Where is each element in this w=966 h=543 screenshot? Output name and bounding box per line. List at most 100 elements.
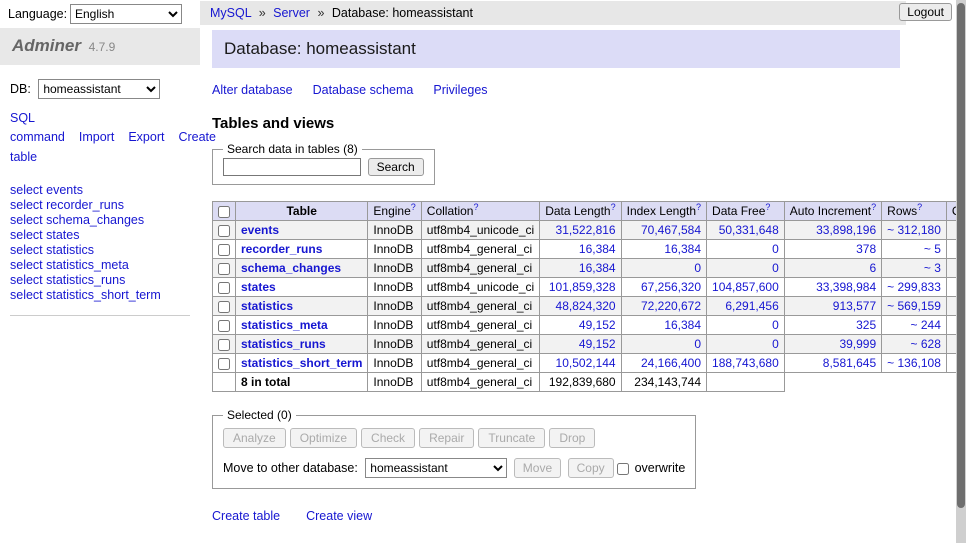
table-link-statistics_runs[interactable]: statistics_runs	[241, 337, 326, 351]
db-nav-privileges[interactable]: Privileges	[433, 83, 487, 97]
sidebar-action-import[interactable]: Import	[79, 130, 114, 144]
auto-increment-value[interactable]: 6	[869, 261, 876, 275]
data-length-value[interactable]: 101,859,328	[549, 280, 616, 294]
auto-increment-value[interactable]: 913,577	[833, 299, 876, 313]
table-link-schema_changes[interactable]: schema_changes	[241, 261, 341, 275]
logout-button[interactable]: Logout	[899, 3, 952, 21]
repair-button[interactable]: Repair	[419, 428, 474, 448]
help-link-collation[interactable]: ?	[473, 202, 478, 212]
sidebar-select-statistics-runs[interactable]: select statistics_runs	[10, 273, 125, 287]
data-free-value[interactable]: 104,857,600	[712, 280, 779, 294]
db-nav-database-schema[interactable]: Database schema	[313, 83, 414, 97]
index-length-value[interactable]: 72,220,672	[641, 299, 701, 313]
table-link-recorder_runs[interactable]: recorder_runs	[241, 242, 322, 256]
sidebar-select-schema-changes[interactable]: select schema_changes	[10, 213, 144, 227]
table-link-states[interactable]: states	[241, 280, 276, 294]
row-checkbox-statistics_meta[interactable]	[218, 320, 230, 332]
table-link-events[interactable]: events	[241, 223, 279, 237]
sidebar-action-sql-command[interactable]: SQL command	[10, 111, 65, 144]
data-length-value[interactable]: 49,152	[579, 337, 616, 351]
rows-value[interactable]: ~ 244	[911, 318, 941, 332]
index-length-value[interactable]: 0	[694, 337, 701, 351]
help-link-auto-increment[interactable]: ?	[871, 202, 876, 212]
data-length-value[interactable]: 31,522,816	[556, 223, 616, 237]
data-free-value[interactable]: 0	[772, 261, 779, 275]
help-link-rows[interactable]: ?	[917, 202, 922, 212]
select-all-checkbox[interactable]	[218, 206, 230, 218]
rows-value[interactable]: ~ 569,159	[887, 299, 941, 313]
move-db-select[interactable]: homeassistant	[365, 458, 507, 478]
breadcrumb-link-server[interactable]: Server	[273, 6, 310, 20]
data-free-value[interactable]: 6,291,456	[725, 299, 778, 313]
search-input[interactable]	[223, 158, 361, 176]
sidebar-select-statistics[interactable]: select statistics	[10, 243, 94, 257]
index-length-value[interactable]: 24,166,400	[641, 356, 701, 370]
rows-value[interactable]: ~ 628	[911, 337, 941, 351]
truncate-button[interactable]: Truncate	[478, 428, 545, 448]
table-link-statistics_short_term[interactable]: statistics_short_term	[241, 356, 362, 370]
auto-increment-value[interactable]: 39,999	[839, 337, 876, 351]
table-link-statistics_meta[interactable]: statistics_meta	[241, 318, 328, 332]
data-free-value[interactable]: 0	[772, 318, 779, 332]
rows-value[interactable]: ~ 5	[924, 242, 941, 256]
sidebar-select-events[interactable]: select events	[10, 183, 83, 197]
index-length-value[interactable]: 16,384	[664, 242, 701, 256]
sidebar-select-recorder-runs[interactable]: select recorder_runs	[10, 198, 124, 212]
index-length-value[interactable]: 0	[694, 261, 701, 275]
sidebar-select-states[interactable]: select states	[10, 228, 79, 242]
copy-button[interactable]: Copy	[568, 458, 614, 478]
data-length-value[interactable]: 48,824,320	[556, 299, 616, 313]
db-nav-alter-database[interactable]: Alter database	[212, 83, 293, 97]
language-select[interactable]: English	[70, 4, 182, 24]
create-link-create-view[interactable]: Create view	[306, 509, 372, 523]
search-button[interactable]: Search	[368, 158, 424, 176]
row-checkbox-statistics[interactable]	[218, 301, 230, 313]
sidebar-select-statistics-short-term[interactable]: select statistics_short_term	[10, 288, 161, 302]
help-link-data-free[interactable]: ?	[765, 202, 770, 212]
rows-value[interactable]: ~ 3	[924, 261, 941, 275]
scrollbar-thumb[interactable]	[957, 3, 965, 508]
sidebar-select-statistics-meta[interactable]: select statistics_meta	[10, 258, 129, 272]
index-length-value[interactable]: 67,256,320	[641, 280, 701, 294]
app-name[interactable]: Adminer	[12, 36, 81, 55]
move-button[interactable]: Move	[514, 458, 561, 478]
data-free-value[interactable]: 0	[772, 337, 779, 351]
scrollbar[interactable]	[956, 0, 966, 543]
overwrite-checkbox[interactable]	[617, 463, 629, 475]
data-length-value[interactable]: 49,152	[579, 318, 616, 332]
rows-value[interactable]: ~ 136,108	[887, 356, 941, 370]
create-link-create-table[interactable]: Create table	[212, 509, 280, 523]
auto-increment-value[interactable]: 33,398,984	[816, 280, 876, 294]
row-checkbox-recorder_runs[interactable]	[218, 244, 230, 256]
check-button[interactable]: Check	[361, 428, 415, 448]
help-link-engine[interactable]: ?	[411, 202, 416, 212]
index-length-value[interactable]: 70,467,584	[641, 223, 701, 237]
optimize-button[interactable]: Optimize	[290, 428, 357, 448]
data-free-value[interactable]: 0	[772, 242, 779, 256]
data-length-value[interactable]: 10,502,144	[556, 356, 616, 370]
row-checkbox-events[interactable]	[218, 225, 230, 237]
auto-increment-value[interactable]: 8,581,645	[823, 356, 876, 370]
db-select[interactable]: homeassistant	[38, 79, 160, 99]
auto-increment-value[interactable]: 325	[856, 318, 876, 332]
data-length-value[interactable]: 16,384	[579, 261, 616, 275]
help-link-data-length[interactable]: ?	[611, 202, 616, 212]
row-checkbox-statistics_short_term[interactable]	[218, 358, 230, 370]
row-checkbox-schema_changes[interactable]	[218, 263, 230, 275]
breadcrumb-link-mysql[interactable]: MySQL	[210, 6, 251, 20]
rows-value[interactable]: ~ 299,833	[887, 280, 941, 294]
auto-increment-value[interactable]: 378	[856, 242, 876, 256]
help-link-index-length[interactable]: ?	[696, 202, 701, 212]
drop-button[interactable]: Drop	[549, 428, 595, 448]
data-length-value[interactable]: 16,384	[579, 242, 616, 256]
data-free-value[interactable]: 50,331,648	[719, 223, 779, 237]
row-checkbox-statistics_runs[interactable]	[218, 339, 230, 351]
analyze-button[interactable]: Analyze	[223, 428, 286, 448]
auto-increment-value[interactable]: 33,898,196	[816, 223, 876, 237]
rows-value[interactable]: ~ 312,180	[887, 223, 941, 237]
row-checkbox-states[interactable]	[218, 282, 230, 294]
sidebar-action-export[interactable]: Export	[128, 130, 164, 144]
table-link-statistics[interactable]: statistics	[241, 299, 293, 313]
index-length-value[interactable]: 16,384	[664, 318, 701, 332]
data-free-value[interactable]: 188,743,680	[712, 356, 779, 370]
